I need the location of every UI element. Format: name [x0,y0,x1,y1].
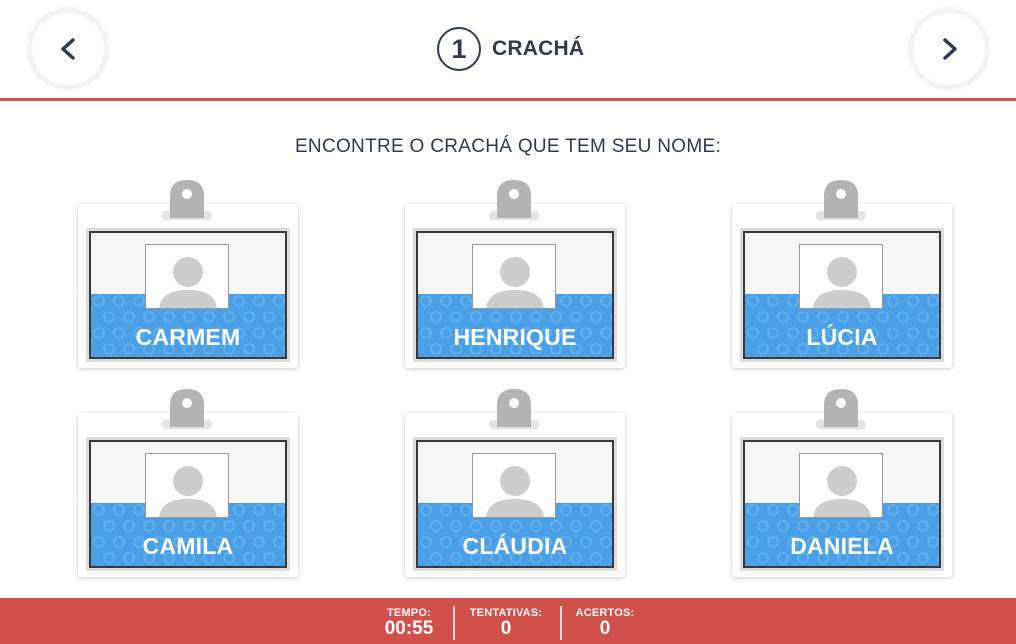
status-bar: TEMPO: 00:55 TENTATIVAS: 0 ACERTOS: 0 [0,598,1016,644]
badge-photo [145,244,229,309]
instruction-text: ENCONTRE O CRACHÁ QUE TEM SEU NOME: [294,136,722,157]
step-indicator: 1 CRACHÁ [437,27,584,71]
badge-holder: LÚCIA [732,204,952,368]
badge-clip-icon [162,180,212,220]
badge-photo [472,453,556,518]
badge-photo [472,244,556,309]
page-title: CRACHÁ [492,37,585,60]
badge-clip-icon [816,180,866,220]
hits-stat: ACERTOS: 0 [573,607,637,639]
badge-card: LÚCIA [743,231,941,359]
badge-name: HENRIQUE [453,324,577,350]
footer-divider [560,606,562,640]
badge-name: DANIELA [790,533,894,559]
user-avatar-icon [813,466,871,517]
badge-clip-icon [162,389,212,429]
name-badge-card[interactable]: HENRIQUE [405,180,625,374]
badge-clip-icon [816,389,866,429]
badge-frame: CLÁUDIA [413,437,617,571]
badge-photo [145,453,229,518]
badge-photo [799,244,883,309]
name-badge-card[interactable]: LÚCIA [732,180,952,374]
previous-button[interactable] [32,13,104,85]
badge-name: CLÁUDIA [462,533,568,559]
attempts-stat: TENTATIVAS: 0 [466,607,546,639]
chevron-left-icon [61,38,75,60]
badge-clip-icon [489,180,539,220]
badge-name: CAMILA [142,533,234,559]
badge-clip-icon [489,389,539,429]
step-number: 1 [437,27,481,71]
user-avatar-icon [486,257,544,308]
header-divider [0,98,1016,101]
badge-frame: LÚCIA [740,228,944,362]
chevron-right-icon [943,38,957,60]
badge-name: LÚCIA [806,324,878,350]
badge-holder: DANIELA [732,413,952,577]
badge-photo [799,453,883,518]
badge-frame: DANIELA [740,437,944,571]
user-avatar-icon [159,466,217,517]
badge-holder: CARMEM [78,204,298,368]
badge-name: CARMEM [135,324,241,350]
badge-holder: CAMILA [78,413,298,577]
user-avatar-icon [813,257,871,308]
badge-frame: CARMEM [86,228,290,362]
header: 1 CRACHÁ [0,0,1016,98]
name-badge-card[interactable]: CAMILA [78,389,298,583]
attempts-value: 0 [500,618,512,639]
time-stat: TEMPO: 00:55 [380,607,438,639]
footer-divider [453,606,455,640]
name-badge-card[interactable]: CLÁUDIA [405,389,625,583]
badge-frame: HENRIQUE [413,228,617,362]
badge-frame: CAMILA [86,437,290,571]
next-button[interactable] [913,13,985,85]
app: 1 CRACHÁ ENCONTRE O CRACHÁ QUE TEM SEU N… [0,0,1016,644]
name-badge-card[interactable]: DANIELA [732,389,952,583]
badge-card: CARMEM [89,231,287,359]
badge-card: HENRIQUE [416,231,614,359]
badge-holder: HENRIQUE [405,204,625,368]
badge-card: CAMILA [89,440,287,568]
badge-holder: CLÁUDIA [405,413,625,577]
name-badge-card[interactable]: CARMEM [78,180,298,374]
badge-card: CLÁUDIA [416,440,614,568]
user-avatar-icon [486,466,544,517]
badge-card: DANIELA [743,440,941,568]
time-value: 00:55 [384,618,434,639]
user-avatar-icon [159,257,217,308]
hits-value: 0 [599,618,611,639]
